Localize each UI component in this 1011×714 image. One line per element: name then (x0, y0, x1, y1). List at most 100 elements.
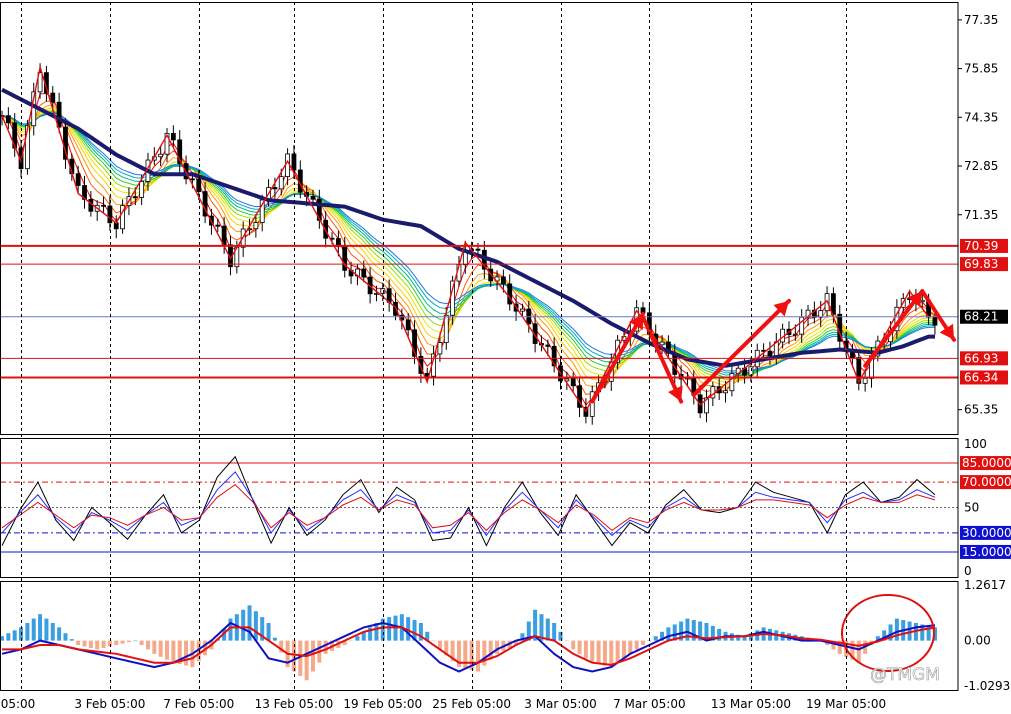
macd-histogram-bar (145, 640, 150, 650)
time-tick-label: 25 Feb 05:00 (432, 697, 511, 711)
stochastic-level-label: 30.0000 (962, 526, 1011, 540)
macd-histogram-bar (666, 627, 671, 641)
macd-histogram-bar (101, 640, 106, 648)
price-tick-label: 77.35 (964, 13, 998, 27)
candle-body (107, 205, 113, 224)
macd-histogram-bar (387, 617, 392, 641)
time-tick-label: 7 Feb 05:00 (163, 697, 234, 711)
price-panel-frame (0, 2, 959, 435)
candle-body (659, 341, 665, 346)
level-tag-label: 69.83 (964, 257, 998, 271)
macd-histogram-bar (571, 640, 576, 650)
watermark-text: @TMGM (870, 665, 940, 685)
price-tick-label: 72.85 (964, 159, 998, 173)
candle-body (285, 153, 291, 177)
macd-histogram-bar (133, 640, 138, 642)
time-tick-label: 13 Feb 05:00 (255, 697, 334, 711)
macd-histogram-bar (355, 636, 360, 641)
macd-histogram-bar (241, 609, 246, 641)
macd-histogram-bar (114, 640, 119, 646)
candle-body (500, 276, 506, 285)
time-axis: 05:00 3 Feb 05:00 7 Feb 05:00 13 Feb 05:00 1… (1, 697, 886, 711)
candle-body (75, 173, 81, 186)
candle-body (520, 308, 525, 312)
stochastic-panel[interactable] (0, 455, 958, 553)
macd-histogram-bar (76, 640, 81, 646)
macd-histogram-bar (380, 618, 385, 641)
macd-histogram-bar (139, 640, 144, 646)
price-tick-label: 71.35 (964, 208, 998, 222)
candle-body (767, 350, 773, 357)
macd-histogram-bar (609, 640, 614, 668)
candle-body (831, 293, 836, 315)
candle-body (196, 178, 202, 193)
macd-histogram-bar (120, 640, 125, 644)
macd-histogram-bar (564, 640, 569, 642)
macd-histogram-bar (38, 614, 43, 641)
candle-body (437, 342, 443, 355)
highlight-ellipse (841, 594, 935, 672)
candle-body (792, 333, 798, 336)
macd-histogram-bar (615, 640, 620, 663)
time-tick-label: 3 Feb 05:00 (74, 697, 145, 711)
macd-histogram-bar (310, 640, 315, 672)
macd-histogram-bar (431, 640, 436, 642)
trading-chart[interactable]: 77.35 75.85 74.35 72.85 71.35 65.35 70.39 69.83… (0, 0, 1011, 714)
macd-histogram-bar (158, 640, 163, 657)
macd-histogram-bar (126, 640, 131, 643)
macd-tick-label: 1.2617 (964, 578, 1006, 592)
level-tag-label: 70.39 (964, 239, 998, 253)
macd-histogram-bar (602, 640, 607, 666)
candle-body (729, 373, 735, 392)
price-tick-label: 65.35 (964, 403, 998, 417)
candle-body (88, 198, 94, 212)
macd-histogram-bar (590, 640, 595, 663)
macd-histogram-bar (349, 640, 354, 642)
macd-histogram-bar (107, 640, 112, 647)
candle-body (50, 92, 56, 103)
macd-histogram-bar (184, 640, 189, 666)
candle-body (862, 378, 868, 384)
stochastic-tick-label: 50 (964, 501, 979, 515)
macd-histogram-bar (31, 618, 36, 641)
candle-body (253, 222, 259, 230)
price-panel[interactable] (0, 63, 958, 425)
macd-histogram-bar (266, 622, 271, 641)
macd-line (1, 621, 936, 673)
macd-histogram-bar (44, 618, 49, 641)
candle-body (278, 176, 284, 190)
macd-panel[interactable] (0, 594, 937, 681)
macd-panel-frame (0, 581, 959, 691)
candle-body (215, 224, 221, 227)
trend-arrow (863, 289, 925, 368)
candle-body (5, 115, 11, 124)
time-tick-label: 7 Mar 05:00 (613, 697, 686, 711)
macd-histogram-bar (577, 640, 582, 654)
current-price-label: 68.21 (964, 310, 998, 324)
macd-histogram-bar (57, 627, 62, 641)
stochastic-tick-label: 100 (964, 437, 987, 451)
macd-histogram-bar (95, 640, 100, 650)
macd-histogram-bar (6, 633, 11, 641)
price-tick-label: 75.85 (964, 62, 998, 76)
macd-tick-label: 0.00 (964, 634, 991, 648)
candle-body (158, 153, 164, 158)
time-tick-label: 05:00 (1, 697, 36, 711)
macd-histogram-bar (152, 640, 157, 654)
candle-body (723, 390, 728, 394)
macd-histogram-bar (552, 622, 557, 641)
macd-histogram-bar (12, 630, 17, 641)
stochastic-level-label: 15.0000 (962, 545, 1011, 559)
macd-histogram-bar (583, 640, 588, 659)
level-tag-label: 66.34 (964, 370, 998, 384)
macd-histogram-bar (545, 618, 550, 641)
stochastic-line (1, 455, 936, 547)
macd-histogram-bar (69, 639, 74, 641)
time-tick-label: 19 Feb 05:00 (343, 697, 422, 711)
macd-histogram-bar (171, 640, 176, 663)
stochastic-line (1, 471, 936, 537)
macd-histogram-bar (596, 640, 601, 665)
time-tick-label: 3 Mar 05:00 (524, 697, 597, 711)
stochastic-level-label: 70.0000 (962, 475, 1011, 489)
macd-histogram-bar (50, 622, 55, 641)
